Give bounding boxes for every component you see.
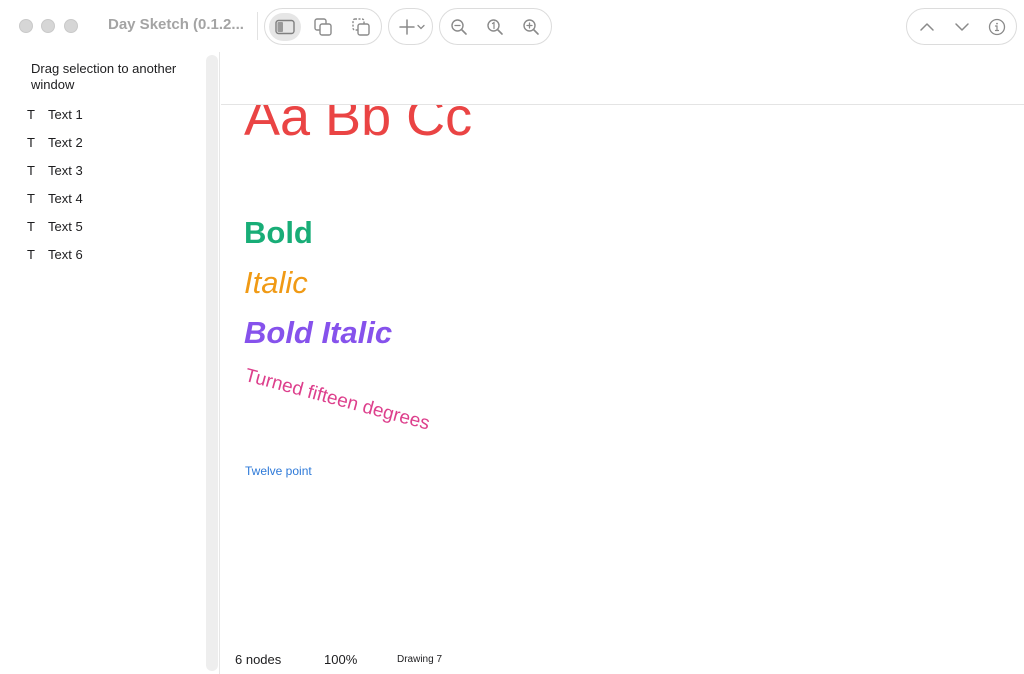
duplicate-button[interactable]: [307, 13, 339, 41]
layer-label: Text 6: [48, 246, 83, 262]
layers-sidebar: Drag selection to another window T Text …: [0, 52, 220, 674]
layer-list: T Text 1 T Text 2 T Text 3 T Text 4 T Te…: [0, 100, 205, 268]
text-type-icon: T: [27, 218, 35, 234]
zoom-actual-size-icon: [487, 19, 503, 35]
duplicate-icon: [314, 18, 332, 36]
navigation-controls: [906, 8, 1017, 45]
previous-button[interactable]: [911, 13, 943, 41]
layer-item-text-2[interactable]: T Text 2: [0, 128, 205, 156]
zoom-window-button[interactable]: [64, 19, 78, 33]
close-window-button[interactable]: [19, 19, 33, 33]
zoom-in-icon: [523, 19, 539, 35]
sidebar-toggle-icon: [275, 19, 295, 35]
layer-item-text-1[interactable]: T Text 1: [0, 100, 205, 128]
copy-to-window-button[interactable]: [345, 13, 377, 41]
canvas-text-1[interactable]: Aa Bb Cc: [244, 105, 472, 160]
arrow-down-icon: [955, 23, 969, 31]
toolbar: Day Sketch (0.1.2...: [0, 0, 1024, 52]
next-button[interactable]: [946, 13, 978, 41]
status-bar: 6 nodes 100% Drawing 7: [221, 645, 1024, 674]
toggle-sidebar-button[interactable]: [269, 13, 301, 41]
add-node-button[interactable]: [394, 13, 428, 41]
zoom-out-icon: [451, 19, 467, 35]
title-divider: [257, 12, 258, 40]
info-icon: [988, 18, 1006, 36]
plus-icon: [398, 19, 415, 35]
chevron-down-icon: [416, 24, 425, 30]
document-name: Drawing 7: [397, 654, 443, 665]
text-type-icon: T: [27, 106, 35, 122]
layer-label: Text 4: [48, 190, 83, 206]
text-type-icon: T: [27, 190, 35, 206]
view-controls: [264, 8, 382, 45]
drawing-canvas[interactable]: Aa Bb Cc Bold Italic Bold Italic Turned …: [221, 52, 1024, 674]
layer-item-text-3[interactable]: T Text 3: [0, 156, 205, 184]
zoom-in-button[interactable]: [515, 13, 547, 41]
arrow-up-icon: [920, 23, 934, 31]
drawing-area[interactable]: Aa Bb Cc Bold Italic Bold Italic Turned …: [221, 105, 1024, 645]
zoom-out-button[interactable]: [443, 13, 475, 41]
drag-selection-hint: Drag selection to another window: [31, 61, 177, 92]
layer-label: Text 3: [48, 162, 83, 178]
text-type-icon: T: [27, 162, 35, 178]
layer-label: Text 2: [48, 134, 83, 150]
layer-item-text-5[interactable]: T Text 5: [0, 212, 205, 240]
canvas-text-2[interactable]: Bold: [244, 215, 313, 251]
canvas-text-3[interactable]: Italic: [244, 265, 308, 301]
zoom-level[interactable]: 100%: [324, 652, 357, 667]
layer-label: Text 5: [48, 218, 83, 234]
canvas-text-5[interactable]: Turned fifteen degrees: [242, 365, 432, 436]
node-count: 6 nodes: [235, 652, 282, 667]
layer-item-text-4[interactable]: T Text 4: [0, 184, 205, 212]
minimize-window-button[interactable]: [41, 19, 55, 33]
zoom-controls: [439, 8, 552, 45]
layer-label: Text 1: [48, 106, 83, 122]
text-type-icon: T: [27, 246, 35, 262]
canvas-text-4[interactable]: Bold Italic: [244, 315, 392, 351]
add-node-control: [388, 8, 433, 45]
info-button[interactable]: [981, 13, 1013, 41]
sidebar-scrollbar[interactable]: [206, 55, 218, 671]
canvas-text-6[interactable]: Twelve point: [245, 464, 312, 478]
copy-to-window-icon: [352, 18, 370, 36]
text-type-icon: T: [27, 134, 35, 150]
layer-item-text-6[interactable]: T Text 6: [0, 240, 205, 268]
zoom-actual-size-button[interactable]: [479, 13, 511, 41]
window-title: Day Sketch (0.1.2...: [108, 16, 244, 33]
